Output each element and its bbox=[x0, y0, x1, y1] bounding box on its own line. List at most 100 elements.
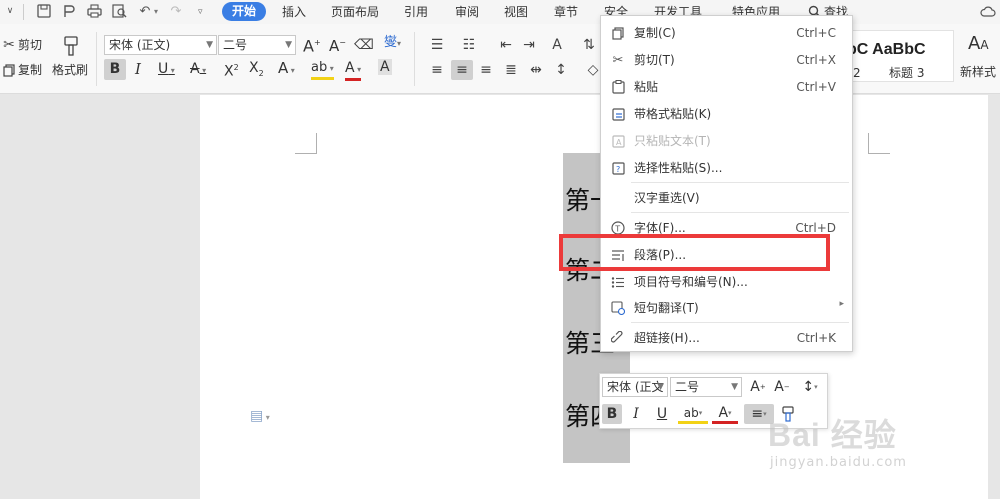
highlight-button[interactable]: ab ▾ bbox=[311, 60, 334, 80]
export-icon[interactable] bbox=[61, 3, 77, 19]
mini-font-size-value: 二号 bbox=[675, 380, 700, 394]
copy-icon[interactable] bbox=[0, 61, 18, 79]
shrink-font-button[interactable]: A− bbox=[772, 377, 792, 397]
font-name-select[interactable]: 宋体 (正文) ▼ bbox=[104, 35, 217, 55]
redo-icon: ↷ bbox=[170, 3, 182, 19]
underline-button[interactable]: U bbox=[652, 404, 672, 424]
bold-button[interactable]: B bbox=[104, 59, 126, 80]
grow-font-button[interactable]: A+ bbox=[303, 35, 321, 54]
mini-font-name-select[interactable]: 宋体 (正文 ▼ bbox=[602, 377, 668, 397]
subscript-button[interactable]: X2 bbox=[249, 60, 264, 82]
tab-review[interactable]: 审阅 bbox=[455, 4, 479, 20]
numbering-icon[interactable]: ☷ bbox=[460, 36, 478, 54]
justify-icon[interactable]: ≣ bbox=[502, 61, 520, 79]
align-center-icon[interactable]: ≡ bbox=[451, 60, 473, 80]
tab-insert[interactable]: 插入 bbox=[282, 4, 306, 20]
chevron-down-icon[interactable]: ∨ bbox=[2, 3, 18, 19]
undo-icon[interactable]: ↶ bbox=[137, 3, 153, 19]
bullets-icon[interactable]: ☰ bbox=[428, 36, 446, 54]
align-right-icon[interactable]: ≡ bbox=[477, 61, 495, 79]
margin-corner-left bbox=[295, 133, 317, 154]
menu-item-translate[interactable]: 短句翻译(T) ▸ bbox=[601, 296, 852, 320]
chevron-down-icon: ▼ bbox=[731, 382, 738, 392]
print-icon[interactable] bbox=[86, 3, 102, 19]
divider bbox=[414, 32, 415, 86]
menu-item-reselect-chinese[interactable]: 汉字重选(V) bbox=[601, 186, 852, 210]
menu-item-bullets-numbering[interactable]: 项目符号和编号(N)... bbox=[601, 270, 852, 294]
increase-indent-icon[interactable]: ⇥ bbox=[520, 36, 538, 54]
font-color-button[interactable]: A ▾ bbox=[712, 404, 738, 424]
sort-icon[interactable]: ⇅ bbox=[580, 36, 598, 54]
shrink-font-button[interactable]: A− bbox=[329, 35, 346, 54]
distribute-icon[interactable]: ⇹ bbox=[527, 61, 545, 79]
align-left-icon[interactable]: ≡ bbox=[428, 61, 446, 79]
font-size-select[interactable]: 二号 ▼ bbox=[218, 35, 296, 55]
style-label-heading-2: 2 bbox=[853, 66, 861, 80]
underline-button[interactable]: U ▾ bbox=[158, 61, 175, 79]
eraser-icon[interactable]: ⌫ bbox=[354, 36, 374, 54]
style-preview-heading-2[interactable]: bC AaBbC bbox=[847, 41, 926, 59]
tab-page-layout[interactable]: 页面布局 bbox=[331, 4, 379, 20]
watermark-url: jingyan.baidu.com bbox=[770, 455, 907, 470]
font-color-button[interactable]: A ▾ bbox=[345, 60, 362, 81]
tab-view[interactable]: 视图 bbox=[504, 4, 528, 20]
divider bbox=[631, 182, 849, 183]
more-dropdown-icon[interactable]: ▿ bbox=[198, 4, 203, 20]
menu-item-paste-keep-format[interactable]: 带格式粘贴(K) bbox=[601, 102, 852, 126]
print-preview-icon[interactable] bbox=[111, 3, 127, 19]
cut-button[interactable]: 剪切 bbox=[18, 37, 42, 53]
divider bbox=[96, 32, 97, 86]
paste-format-icon bbox=[610, 106, 626, 122]
chevron-down-icon: ▼ bbox=[206, 40, 213, 50]
tab-chapter[interactable]: 章节 bbox=[554, 4, 578, 20]
decrease-indent-icon[interactable]: ⇤ bbox=[497, 36, 515, 54]
new-style-icon[interactable]: AA bbox=[968, 35, 989, 53]
bold-button[interactable]: B bbox=[602, 404, 622, 424]
scissors-icon: ✂ bbox=[612, 52, 624, 68]
mini-font-name-value: 宋体 (正文 bbox=[607, 380, 664, 394]
line-spacing-icon[interactable]: ↕ bbox=[552, 61, 570, 79]
menu-item-label: 选择性粘贴(S)... bbox=[634, 161, 723, 175]
strikethrough-button[interactable]: A ▾ bbox=[190, 61, 206, 79]
menu-item-label: 粘贴 bbox=[634, 80, 659, 94]
save-icon[interactable] bbox=[36, 3, 52, 19]
menu-item-label: 项目符号和编号(N)... bbox=[634, 275, 748, 289]
char-shading-button[interactable]: A bbox=[378, 59, 392, 75]
menu-item-paste-special[interactable]: ? 选择性粘贴(S)... bbox=[601, 156, 852, 180]
format-painter-icon[interactable] bbox=[60, 34, 82, 58]
menu-item-label: 复制(C) bbox=[634, 26, 676, 40]
chevron-right-icon: ▸ bbox=[839, 299, 844, 309]
menu-item-hyperlink[interactable]: 超链接(H)... Ctrl+K bbox=[601, 326, 852, 350]
chinese-layout-icon[interactable]: A bbox=[548, 36, 566, 54]
tab-references[interactable]: 引用 bbox=[404, 4, 428, 20]
italic-button[interactable]: I bbox=[135, 61, 141, 77]
style-label-heading-3: 标题 3 bbox=[889, 66, 925, 80]
translate-icon bbox=[610, 300, 626, 316]
new-style-button[interactable]: 新样式 bbox=[960, 64, 996, 80]
format-painter-button[interactable]: 格式刷 bbox=[52, 62, 88, 78]
menu-item-copy[interactable]: 复制(C) Ctrl+C bbox=[601, 21, 852, 45]
grow-font-button[interactable]: A+ bbox=[748, 377, 768, 397]
superscript-button[interactable]: X2 bbox=[224, 60, 239, 80]
phonetic-guide-button[interactable]: 燮▾ bbox=[384, 35, 401, 52]
menu-item-paste[interactable]: 粘贴 Ctrl+V bbox=[601, 75, 852, 99]
highlight-button[interactable]: ab ▾ bbox=[678, 404, 708, 424]
italic-button[interactable]: I bbox=[626, 404, 646, 424]
menu-item-shortcut: Ctrl+K bbox=[796, 331, 836, 345]
scissors-icon[interactable]: ✂ bbox=[0, 36, 18, 54]
paste-text-icon: A bbox=[610, 133, 626, 149]
bullets-icon bbox=[610, 274, 626, 290]
menu-item-cut[interactable]: ✂ 剪切(T) Ctrl+X bbox=[601, 48, 852, 72]
style-gallery[interactable]: bC AaBbC 2 标题 3 bbox=[842, 30, 954, 82]
line-spacing-icon[interactable]: ↕ ▾ bbox=[800, 377, 820, 397]
copy-button[interactable]: 复制 bbox=[18, 62, 42, 78]
menu-item-label: 超链接(H)... bbox=[634, 331, 700, 345]
cloud-icon[interactable] bbox=[980, 3, 996, 19]
text-effect-button[interactable]: A ▾ bbox=[278, 60, 295, 79]
mini-font-size-select[interactable]: 二号 ▼ bbox=[670, 377, 742, 397]
svg-text:T: T bbox=[614, 225, 620, 234]
menu-item-paste-text-only: A 只粘贴文本(T) bbox=[601, 129, 852, 153]
doc-navigation-icon[interactable]: ▤ ▾ bbox=[250, 408, 270, 424]
undo-dropdown-icon[interactable]: ▾ bbox=[154, 4, 158, 20]
tab-home[interactable]: 开始 bbox=[222, 2, 266, 21]
